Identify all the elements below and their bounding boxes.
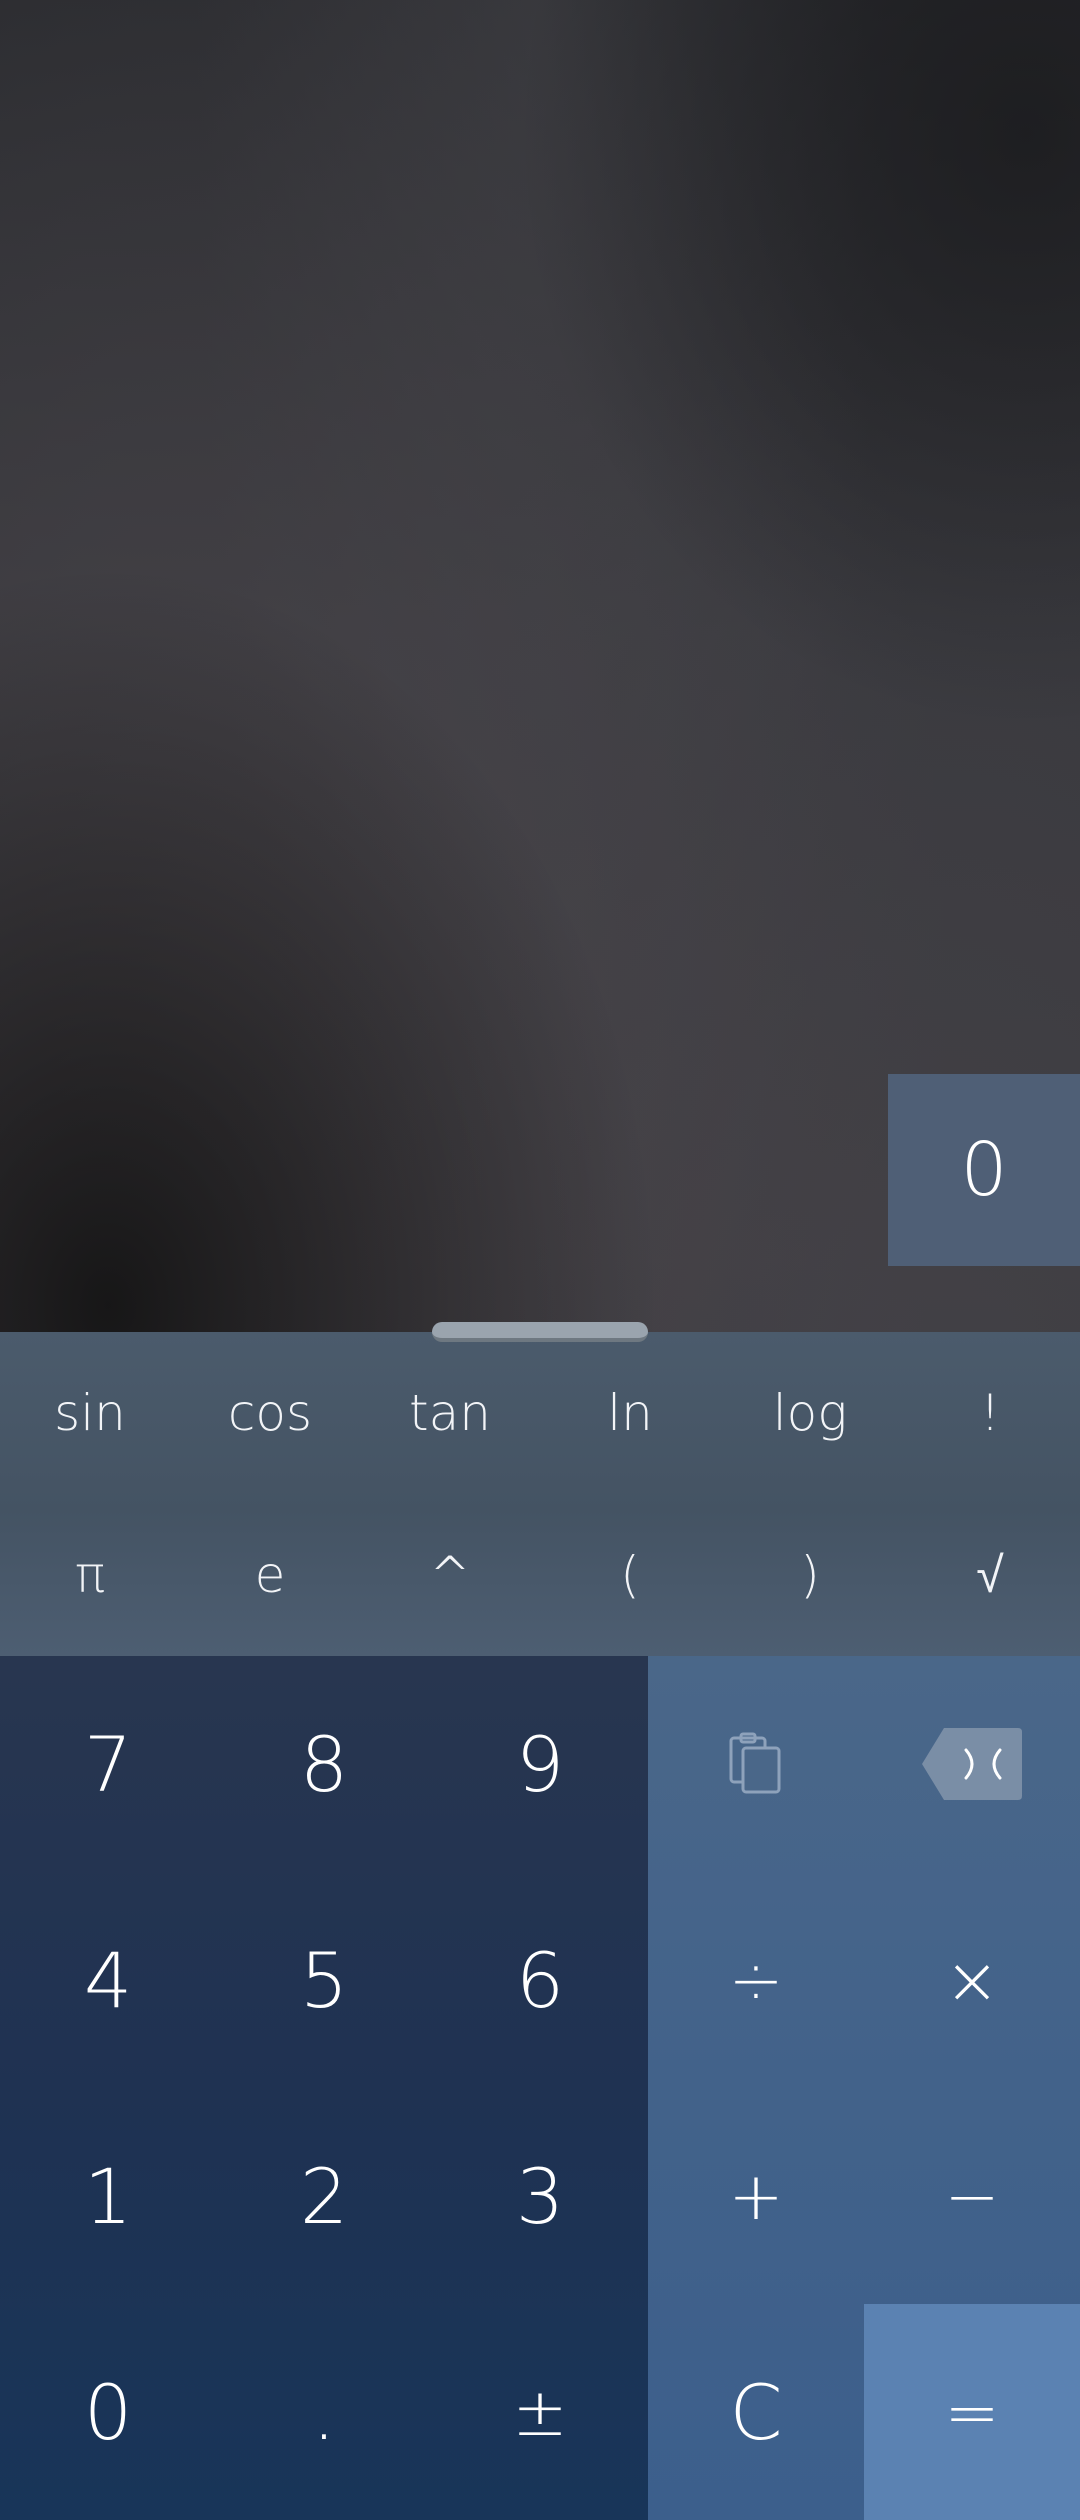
paste-button[interactable] (648, 1656, 864, 1872)
digit-9-button[interactable]: 9 (432, 1656, 648, 1872)
digit-1-button[interactable]: 1 (0, 2088, 216, 2304)
digit-7-button[interactable]: 7 (0, 1656, 216, 1872)
clear-button[interactable]: C (648, 2304, 864, 2520)
calculator-app: 0 sin cos tan ln log ! π e ^ ( ) √ 7 8 9… (0, 0, 1080, 2520)
minus-button[interactable]: − (864, 2088, 1080, 2304)
multiply-button[interactable]: × (864, 1872, 1080, 2088)
digit-4-button[interactable]: 4 (0, 1872, 216, 2088)
plus-button[interactable]: + (648, 2088, 864, 2304)
panel-drag-handle[interactable] (432, 1322, 648, 1342)
euler-button[interactable]: e (180, 1494, 360, 1656)
digit-5-button[interactable]: 5 (216, 1872, 432, 2088)
ln-button[interactable]: ln (540, 1332, 720, 1494)
number-pad: 7 8 9 4 5 6 1 2 3 0 . ± (0, 1656, 648, 2520)
tan-button[interactable]: tan (360, 1332, 540, 1494)
scientific-panel: sin cos tan ln log ! π e ^ ( ) √ (0, 1332, 1080, 1656)
sin-button[interactable]: sin (0, 1332, 180, 1494)
open-paren-button[interactable]: ( (540, 1494, 720, 1656)
digit-6-button[interactable]: 6 (432, 1872, 648, 2088)
backspace-button[interactable] (864, 1656, 1080, 1872)
power-button[interactable]: ^ (360, 1494, 540, 1656)
operator-pad: ÷ × + − C = (648, 1656, 1080, 2520)
digit-2-button[interactable]: 2 (216, 2088, 432, 2304)
pi-button[interactable]: π (0, 1494, 180, 1656)
sqrt-button[interactable]: √ (900, 1494, 1080, 1656)
backspace-icon (922, 1728, 1022, 1800)
log-button[interactable]: log (720, 1332, 900, 1494)
decimal-point-button[interactable]: . (216, 2304, 432, 2520)
factorial-button[interactable]: ! (900, 1332, 1080, 1494)
divide-button[interactable]: ÷ (648, 1872, 864, 2088)
digit-0-button[interactable]: 0 (0, 2304, 216, 2520)
equals-button[interactable]: = (864, 2304, 1080, 2520)
digit-8-button[interactable]: 8 (216, 1656, 432, 1872)
result-display: 0 (888, 1074, 1080, 1266)
plus-minus-button[interactable]: ± (432, 2304, 648, 2520)
clipboard-paste-icon (729, 1732, 781, 1794)
result-value: 0 (960, 1127, 1008, 1213)
close-paren-button[interactable]: ) (720, 1494, 900, 1656)
digit-3-button[interactable]: 3 (432, 2088, 648, 2304)
cos-button[interactable]: cos (180, 1332, 360, 1494)
